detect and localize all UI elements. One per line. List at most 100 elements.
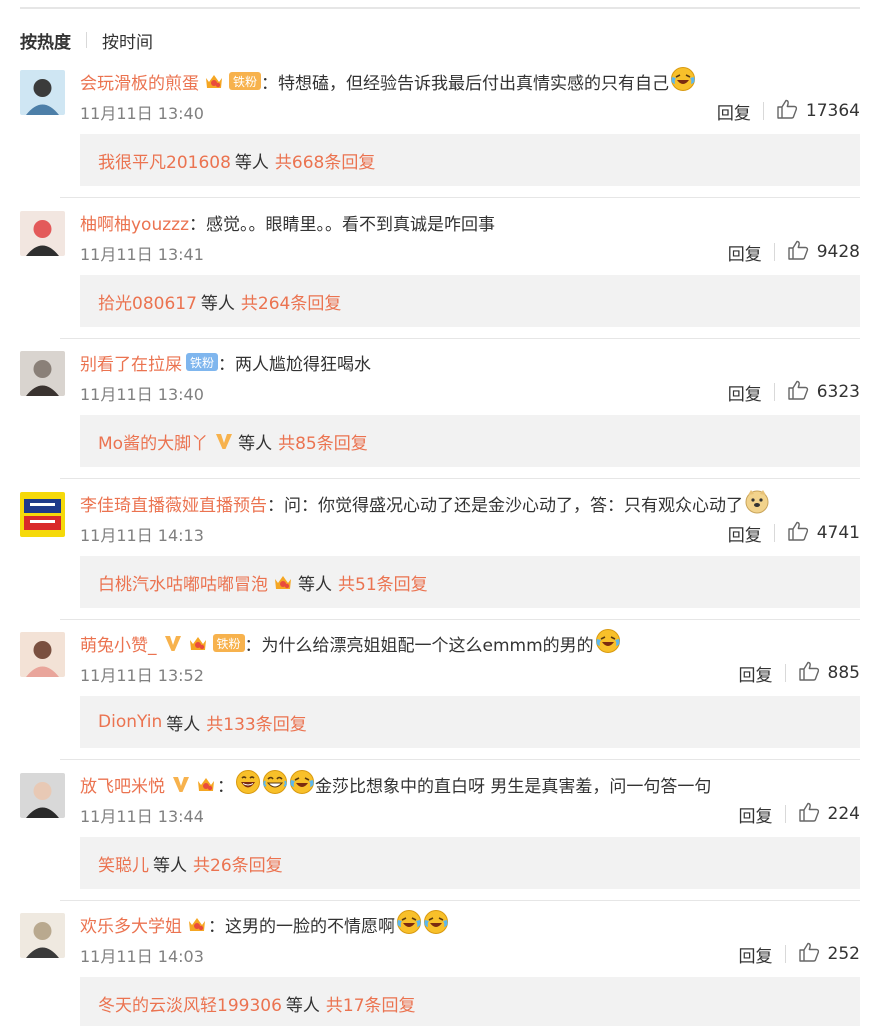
like-button[interactable]: 885 — [798, 661, 860, 686]
comment-actions: 回复 224 — [739, 801, 860, 827]
reply-button[interactable]: 回复 — [728, 521, 762, 546]
comment-text: 金莎比想象中的直白呀 男生是真害羞，问一句答一句 — [315, 776, 712, 797]
like-button[interactable]: 224 — [798, 802, 860, 827]
action-divider — [784, 945, 786, 963]
thread-username[interactable]: 笑聪儿 — [98, 851, 149, 876]
action-divider — [784, 805, 786, 823]
comment-text: 为什么给漂亮姐姐配一个这么emmm的男的 — [261, 635, 594, 656]
thread-others-label: 等人 — [153, 855, 187, 876]
avatar[interactable] — [20, 211, 65, 256]
comment-timestamp: 11月11日 13:44 — [80, 807, 204, 826]
comment-item: 欢乐多大学姐 ：这男的一脸的不情愿啊 11月11日 14:03 回复 252 冬天的云淡风… — [20, 909, 860, 1026]
thread-reply-count[interactable]: 共85条回复 — [278, 429, 368, 454]
name-colon: ： — [218, 354, 236, 375]
reply-button[interactable]: 回复 — [728, 240, 762, 265]
sort-divider — [86, 32, 87, 48]
laugh-cry-emoji — [594, 628, 621, 659]
thread-reply-count[interactable]: 共133条回复 — [206, 710, 306, 735]
thread-reply-count[interactable]: 共51条回复 — [338, 570, 428, 595]
fan-badge[interactable]: 铁粉 — [229, 72, 262, 90]
thread-username[interactable]: 拾光080617 — [98, 289, 197, 314]
comment-text: 这男的一脸的不情愿啊 — [225, 916, 395, 937]
reply-button[interactable]: 回复 — [739, 802, 773, 827]
comment-username[interactable]: 李佳琦直播薇娅直播预告 — [80, 491, 267, 516]
crown-icon — [272, 572, 294, 592]
like-count: 4741 — [816, 523, 860, 543]
comment-item: 会玩滑板的煎蛋 铁粉：特想磕，但经验告诉我最后付出真情实感的只有自己 11月11日 … — [20, 66, 860, 208]
reply-button[interactable]: 回复 — [717, 99, 751, 124]
reply-thread-summary[interactable]: Mo酱的大脚丫 等人 共85条回复 — [80, 415, 860, 467]
comment-timestamp: 11月11日 13:41 — [80, 245, 204, 264]
thread-others-label: 等人 — [298, 574, 332, 595]
comment-content-line: 李佳琦直播薇娅直播预告：问：你觉得盛况心动了还是金沙心动了，答：只有观众心动了 — [80, 489, 770, 516]
laugh-cry-emoji — [288, 769, 315, 800]
laugh-cry-emoji — [669, 66, 696, 97]
reply-thread-summary[interactable]: DionYin 等人 共133条回复 — [80, 696, 860, 748]
comment-item: 萌兔小赞_ 铁粉：为什么给漂亮姐姐配一个这么emmm的男的 11月11日 13:52… — [20, 628, 860, 770]
comment-timestamp: 11月11日 13:40 — [80, 385, 204, 404]
comment-username[interactable]: 柚啊柚youzzz — [80, 210, 189, 235]
comment-divider — [60, 759, 860, 760]
thread-reply-count[interactable]: 共26条回复 — [193, 851, 283, 876]
reply-button[interactable]: 回复 — [739, 661, 773, 686]
vip-icon — [163, 633, 183, 653]
comment-item: 柚啊柚youzzz：感觉。。眼睛里。。看不到真诚是咋回事 11月11日 13:41… — [20, 209, 860, 349]
action-divider — [773, 243, 775, 261]
comment-timestamp: 11月11日 14:13 — [80, 526, 204, 545]
thread-reply-count[interactable]: 共668条回复 — [275, 148, 375, 173]
comment-content-line: 柚啊柚youzzz：感觉。。眼睛里。。看不到真诚是咋回事 — [80, 209, 495, 235]
fan-badge[interactable]: 铁粉 — [212, 634, 245, 652]
comment-content-line: 会玩滑板的煎蛋 铁粉：特想磕，但经验告诉我最后付出真情实感的只有自己 — [80, 66, 696, 97]
reply-button[interactable]: 回复 — [728, 380, 762, 405]
avatar[interactable] — [20, 351, 65, 396]
vip-icon — [214, 431, 234, 451]
thread-username[interactable]: Mo酱的大脚丫 — [98, 429, 208, 454]
comment-username[interactable]: 会玩滑板的煎蛋 — [80, 69, 199, 94]
crown-icon — [203, 71, 225, 91]
reply-thread-summary[interactable]: 笑聪儿 等人 共26条回复 — [80, 837, 860, 889]
reply-thread-summary[interactable]: 拾光080617 等人 共264条回复 — [80, 275, 860, 327]
reply-thread-summary[interactable]: 我很平凡201608 等人 共668条回复 — [80, 134, 860, 186]
avatar[interactable] — [20, 773, 65, 818]
top-divider — [20, 7, 860, 9]
reply-thread-summary[interactable]: 白桃汽水咕嘟咕嘟冒泡 等人 共51条回复 — [80, 556, 860, 608]
reply-button[interactable]: 回复 — [739, 942, 773, 967]
comment-username[interactable]: 别看了在拉屎 — [80, 350, 182, 375]
like-button[interactable]: 252 — [798, 942, 860, 967]
reply-thread-summary[interactable]: 冬天的云淡风轻199306 等人 共17条回复 — [80, 977, 860, 1026]
thread-username[interactable]: 白桃汽水咕嘟咕嘟冒泡 — [98, 570, 268, 595]
action-divider — [762, 102, 764, 120]
comment-text: 感觉。。眼睛里。。看不到真诚是咋回事 — [206, 214, 496, 235]
thread-username[interactable]: 我很平凡201608 — [98, 148, 231, 173]
action-divider — [773, 524, 775, 542]
like-button[interactable]: 17364 — [776, 99, 860, 124]
avatar[interactable] — [20, 913, 65, 958]
thread-others-label: 等人 — [234, 152, 269, 173]
avatar[interactable] — [20, 492, 65, 537]
like-button[interactable]: 6323 — [787, 380, 860, 405]
comment-username[interactable]: 欢乐多大学姐 — [80, 912, 182, 937]
thread-others-label: 等人 — [166, 714, 201, 735]
thumbs-up-icon — [798, 802, 828, 827]
comment-actions: 回复 9428 — [728, 239, 860, 265]
comment-username[interactable]: 放飞吧米悦 — [80, 772, 165, 797]
crown-icon — [187, 633, 209, 653]
thumbs-up-icon — [776, 99, 806, 124]
crown-icon — [195, 774, 217, 794]
vip-icon — [171, 774, 191, 794]
thread-reply-count[interactable]: 共17条回复 — [326, 991, 416, 1016]
fan-badge[interactable]: 铁粉 — [186, 353, 219, 371]
avatar[interactable] — [20, 70, 65, 115]
avatar[interactable] — [20, 632, 65, 677]
sort-by-hot-tab[interactable]: 按热度 — [20, 28, 71, 53]
sort-by-time-tab[interactable]: 按时间 — [102, 28, 153, 53]
like-button[interactable]: 9428 — [787, 240, 860, 265]
thumbs-up-icon — [787, 380, 817, 405]
laugh-cry-emoji — [395, 909, 422, 940]
comment-username[interactable]: 萌兔小赞_ — [80, 631, 157, 656]
thread-username[interactable]: DionYin — [98, 712, 162, 732]
like-button[interactable]: 4741 — [787, 521, 860, 546]
comment-item: 李佳琦直播薇娅直播预告：问：你觉得盛况心动了还是金沙心动了，答：只有观众心动了 1… — [20, 489, 860, 630]
thread-username[interactable]: 冬天的云淡风轻199306 — [98, 991, 282, 1016]
thread-reply-count[interactable]: 共264条回复 — [241, 289, 341, 314]
